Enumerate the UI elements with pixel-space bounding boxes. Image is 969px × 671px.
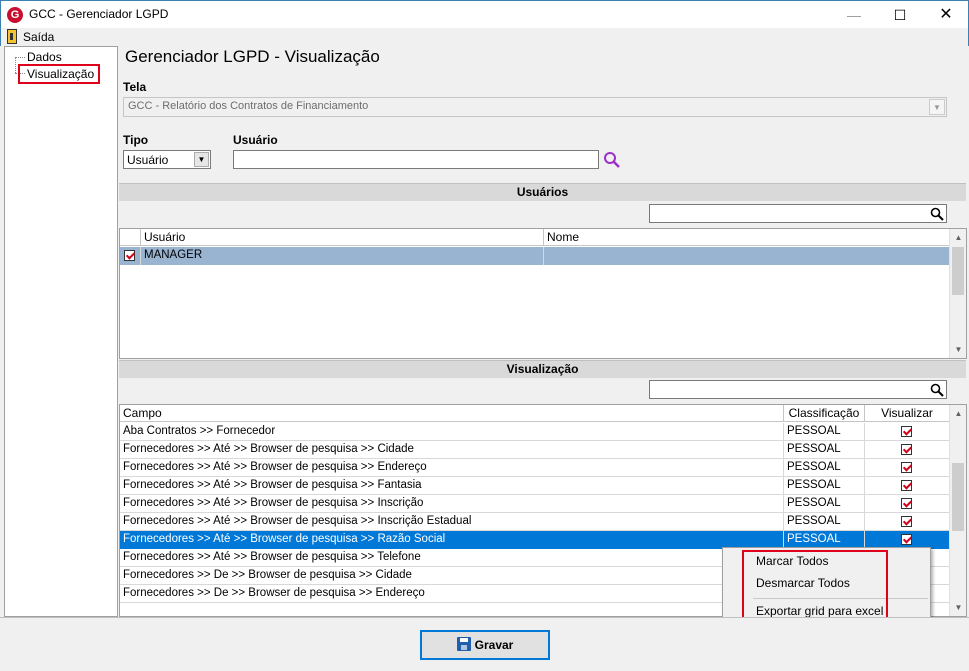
table-row[interactable]: MANAGER (120, 247, 950, 265)
tipo-select-value: Usuário (127, 153, 169, 167)
usuarios-section-title: Usuários (119, 183, 966, 201)
checkbox[interactable] (901, 516, 912, 527)
table-row[interactable]: Fornecedores >> Até >> Browser de pesqui… (120, 441, 950, 459)
window-title: GCC - Gerenciador LGPD (29, 7, 169, 21)
column-header-usuario[interactable]: Usuário (141, 229, 544, 246)
vertical-scrollbar[interactable]: ▲ ▼ (949, 229, 966, 358)
tree-item-dados[interactable]: Dados (27, 50, 62, 64)
close-button[interactable]: ✕ (923, 1, 969, 29)
chevron-down-icon[interactable]: ▼ (950, 599, 966, 616)
chevron-down-icon[interactable]: ▼ (194, 152, 209, 167)
page-title: Gerenciador LGPD - Visualização (125, 47, 380, 66)
chevron-up-icon[interactable]: ▲ (950, 405, 966, 422)
context-menu: Marcar Todos Desmarcar Todos Exportar gr… (722, 547, 931, 623)
column-header-visualizar[interactable]: Visualizar (865, 405, 950, 422)
checkbox[interactable] (901, 462, 912, 473)
scrollbar-thumb[interactable] (952, 247, 964, 295)
search-icon[interactable] (930, 383, 944, 400)
checkbox[interactable] (901, 480, 912, 491)
chevron-up-icon[interactable]: ▲ (950, 229, 966, 246)
chevron-down-icon: ▼ (929, 99, 945, 115)
chevron-down-icon[interactable]: ▼ (950, 341, 966, 358)
gcc-logo-icon: G (7, 7, 23, 23)
column-header-classificacao[interactable]: Classificação (784, 405, 865, 422)
search-icon[interactable] (930, 207, 944, 224)
visualizacao-filter-input[interactable] (649, 380, 947, 399)
menu-saida[interactable]: Saída (23, 30, 54, 44)
grid-header: Usuário Nome (120, 229, 950, 246)
table-row[interactable]: Fornecedores >> Até >> Browser de pesqui… (120, 495, 950, 513)
search-icon[interactable] (603, 151, 621, 172)
table-row[interactable]: Fornecedores >> Até >> Browser de pesqui… (120, 459, 950, 477)
maximize-button[interactable]: ☐ (877, 1, 923, 29)
title-bar: G GCC - Gerenciador LGPD — ☐ ✕ (0, 0, 969, 28)
minimize-button[interactable]: — (831, 1, 877, 29)
usuarios-filter-input[interactable] (649, 204, 947, 223)
checkbox[interactable] (901, 426, 912, 437)
usuario-label: Usuário (233, 133, 278, 147)
visualizacao-section-title: Visualização (119, 360, 966, 378)
checkbox[interactable] (901, 534, 912, 545)
highlight-box (742, 550, 888, 622)
exit-door-icon[interactable] (7, 29, 17, 44)
checkbox[interactable] (901, 444, 912, 455)
column-header-nome[interactable]: Nome (544, 229, 950, 246)
save-button[interactable]: Gravar (420, 630, 550, 660)
tela-select-value: GCC - Relatório dos Contratos de Financi… (128, 100, 369, 112)
usuario-input[interactable] (233, 150, 599, 169)
tela-select: GCC - Relatório dos Contratos de Financi… (123, 97, 947, 117)
tipo-select[interactable]: Usuário ▼ (123, 150, 211, 169)
table-row[interactable]: Aba Contratos >> Fornecedor PESSOAL (120, 423, 950, 441)
table-row[interactable]: Fornecedores >> Até >> Browser de pesqui… (120, 477, 950, 495)
tela-label: Tela (123, 80, 147, 94)
save-button-label: Gravar (474, 638, 514, 652)
tipo-label: Tipo (123, 133, 149, 147)
usuarios-grid: Usuário Nome MANAGER ▲ ▼ (119, 228, 967, 359)
vertical-scrollbar[interactable]: ▲ ▼ (949, 405, 966, 616)
navigation-tree: Dados Visualização (4, 46, 118, 617)
column-header-campo[interactable]: Campo (120, 405, 784, 422)
menu-bar: Saída (0, 28, 969, 46)
highlight-box (18, 64, 100, 84)
grid-header: Campo Classificação Visualizar (120, 405, 950, 422)
table-row[interactable]: Fornecedores >> Até >> Browser de pesqui… (120, 513, 950, 531)
checkbox[interactable] (124, 250, 135, 261)
floppy-disk-icon (456, 637, 471, 651)
checkbox[interactable] (901, 498, 912, 509)
scrollbar-thumb[interactable] (952, 463, 964, 531)
